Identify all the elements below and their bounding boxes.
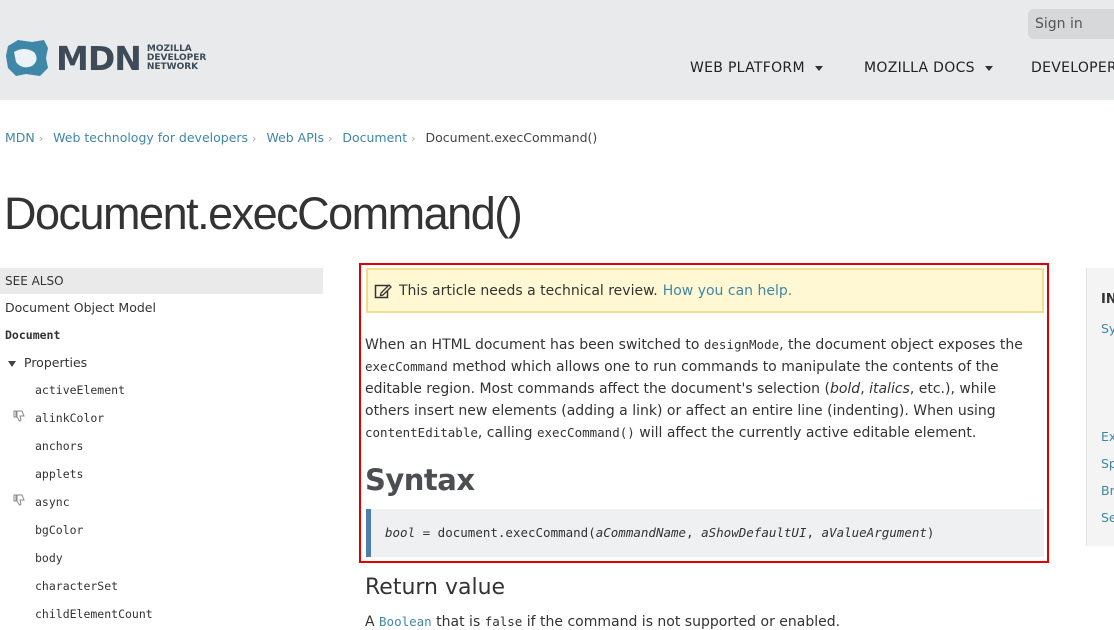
intro-emphasis: italics <box>869 381 910 397</box>
sidebar: SEE ALSO Document Object Model Document … <box>0 268 323 628</box>
code-arg: aShowDefaultUI <box>701 525 807 540</box>
intro-text: , the document object exposes the <box>779 337 1023 353</box>
chevron-right-icon: › <box>38 132 44 145</box>
nav-label: WEB PLATFORM <box>690 60 805 76</box>
sidebar-property-label: bgColor <box>35 523 84 537</box>
sidebar-property-item[interactable]: applets <box>0 460 323 488</box>
breadcrumb-web-technology[interactable]: Web technology for developers <box>53 130 248 145</box>
nav-label: MOZILLA DOCS <box>864 60 975 76</box>
intro-paragraph: When an HTML document has been switched … <box>365 334 1035 444</box>
sidebar-property-item[interactable]: bgColor <box>0 516 323 544</box>
chevron-right-icon: › <box>252 132 257 145</box>
return-value-text: A Boolean that is false if the command i… <box>365 614 840 630</box>
nav-developer-tools[interactable]: DEVELOPER T <box>1031 60 1114 76</box>
logo-wordmark: MDN <box>56 38 142 78</box>
sidebar-link-dom[interactable]: Document Object Model <box>0 294 323 321</box>
sidebar-property-item[interactable]: childElementCount <box>0 600 323 628</box>
breadcrumb-web-apis[interactable]: Web APIs <box>266 130 324 145</box>
code-text: ) <box>926 525 935 540</box>
return-value-heading: Return value <box>365 575 506 600</box>
toc-link-specifications[interactable]: Sp <box>1101 456 1114 471</box>
dino-logo-icon <box>6 40 48 76</box>
code-exec-command-call: execCommand() <box>536 425 635 440</box>
toc-link-browser-compat[interactable]: Br <box>1101 483 1114 498</box>
sign-in-button[interactable]: Sign in <box>1028 9 1114 39</box>
notice-text: This article needs a technical review. <box>399 282 658 299</box>
chevron-down-icon <box>984 65 993 71</box>
sidebar-property-item[interactable]: activeElement <box>0 376 323 404</box>
code-content-editable: contentEditable <box>365 425 478 440</box>
intro-text: , calling <box>477 425 537 441</box>
sidebar-property-item[interactable]: body <box>0 544 323 572</box>
sidebar-property-label: anchors <box>35 439 84 453</box>
sidebar-property-label: async <box>35 495 70 509</box>
mdn-logo[interactable]: MDN MOZILLA DEVELOPER NETWORK <box>4 38 206 78</box>
toc-link-example[interactable]: Ex <box>1101 429 1114 444</box>
sidebar-property-label: childElementCount <box>35 607 153 621</box>
how-you-can-help-link[interactable]: How you can help. <box>663 283 792 299</box>
code-text: = document.execCommand( <box>415 525 596 540</box>
thumbs-down-icon <box>13 410 25 422</box>
page-title: Document.execCommand() <box>4 188 523 239</box>
sidebar-properties-toggle[interactable]: Properties <box>0 349 323 376</box>
return-text: that is <box>431 614 485 630</box>
intro-emphasis: bold <box>829 381 861 397</box>
return-text: A <box>365 614 380 630</box>
sidebar-property-item[interactable]: alinkColor <box>0 404 323 432</box>
breadcrumb-current: Document.execCommand() <box>425 130 598 145</box>
sidebar-property-label: applets <box>35 467 84 481</box>
breadcrumb-document[interactable]: Document <box>342 130 407 145</box>
chevron-down-icon <box>814 65 823 71</box>
sidebar-property-label: body <box>35 551 63 565</box>
intro-text: When an HTML document has been switched … <box>365 337 704 353</box>
boolean-link[interactable]: Boolean <box>379 614 432 629</box>
breadcrumb: MDN › Web technology for developers › Web … <box>5 130 597 145</box>
toc-panel <box>1086 268 1114 546</box>
code-design-mode: designMode <box>703 337 780 352</box>
see-also-heading: SEE ALSO <box>0 268 323 294</box>
code-exec-command: execCommand <box>365 359 448 374</box>
toc-heading: IN <box>1101 292 1114 307</box>
code-return-type: bool <box>385 525 416 540</box>
chevron-right-icon: › <box>411 132 416 145</box>
breadcrumb-mdn[interactable]: MDN <box>5 130 35 145</box>
sidebar-property-label: alinkColor <box>35 411 105 425</box>
sidebar-property-item[interactable]: characterSet <box>0 572 323 600</box>
toc-link-see-also[interactable]: Se <box>1101 510 1114 525</box>
code-text: , <box>686 525 702 540</box>
sidebar-link-document[interactable]: Document <box>0 321 323 349</box>
logo-sub-line: NETWORK <box>146 61 199 72</box>
return-text: if the command is not supported or enabl… <box>522 614 841 630</box>
sidebar-properties-list: activeElement alinkColor anchors applets asy… <box>0 376 323 628</box>
logo-subtitle: MOZILLA DEVELOPER NETWORK <box>146 44 206 72</box>
syntax-code-block: bool = document.execCommand(aCommandName… <box>366 509 1044 557</box>
nav-label: DEVELOPER T <box>1031 60 1114 76</box>
thumbs-down-icon <box>13 494 25 506</box>
syntax-heading: Syntax <box>365 463 475 497</box>
sidebar-property-item[interactable]: anchors <box>0 432 323 460</box>
toc-link-syntax[interactable]: Sy <box>1101 321 1114 336</box>
nav-web-platform[interactable]: WEB PLATFORM <box>690 60 823 76</box>
code-arg: aCommandName <box>595 525 687 540</box>
sidebar-property-item[interactable]: async <box>0 488 323 516</box>
code-arg: aValueArgument <box>821 525 927 540</box>
site-header: MDN MOZILLA DEVELOPER NETWORK Sign in WE… <box>0 0 1114 100</box>
technical-review-notice: This article needs a technical review. H… <box>366 268 1044 313</box>
sidebar-property-label: characterSet <box>35 579 119 593</box>
edit-icon <box>374 283 392 298</box>
chevron-right-icon: › <box>327 132 333 145</box>
intro-text: , <box>860 381 870 397</box>
triangle-down-icon <box>8 360 16 367</box>
intro-text: will affect the currently active editabl… <box>634 425 977 441</box>
code-text: , <box>806 525 822 540</box>
sidebar-properties-label: Properties <box>24 355 88 370</box>
nav-mozilla-docs[interactable]: MOZILLA DOCS <box>864 60 993 76</box>
sidebar-property-label: activeElement <box>35 383 126 397</box>
code-false: false <box>484 614 523 629</box>
